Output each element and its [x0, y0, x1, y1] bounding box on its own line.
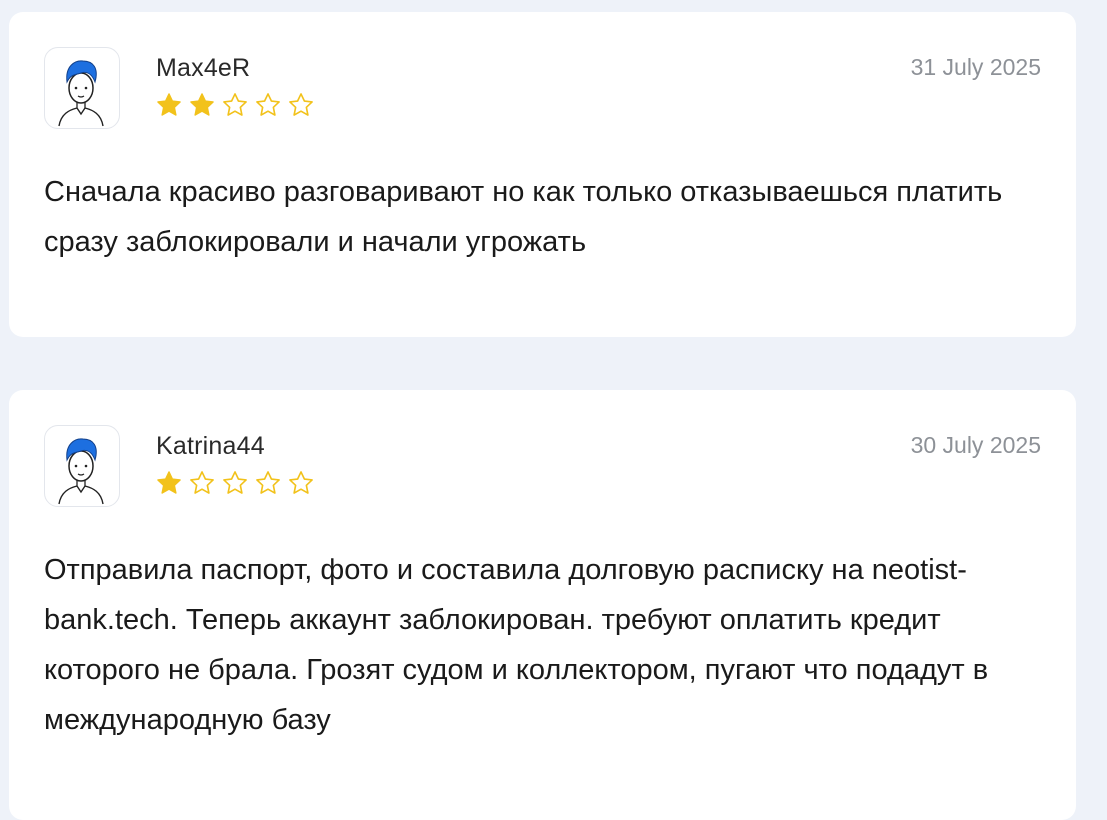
star-filled-icon	[157, 471, 181, 494]
star-outline-icon	[256, 471, 280, 494]
review-username: Katrina44	[156, 432, 265, 460]
review-card: Katrina44 30 July 2025 Отправила паспорт…	[9, 390, 1076, 820]
star-filled-icon	[190, 93, 214, 116]
review-username: Max4eR	[156, 54, 251, 82]
user-avatar-icon	[44, 425, 120, 507]
review-text: Отправила паспорт, фото и составила долг…	[44, 554, 989, 736]
star-outline-icon	[223, 93, 247, 116]
review-card: Max4eR 31 July 2025 Сначала красиво разг…	[9, 12, 1076, 337]
star-outline-icon	[223, 471, 247, 494]
review-date: 30 July 2025	[910, 432, 1041, 458]
star-outline-icon	[190, 471, 214, 494]
rating-stars	[154, 469, 316, 497]
review-date: 31 July 2025	[910, 54, 1041, 80]
rating-stars	[154, 91, 316, 119]
star-filled-icon	[157, 93, 181, 116]
user-avatar-icon	[44, 47, 120, 129]
star-outline-icon	[256, 93, 280, 116]
star-outline-icon	[289, 471, 313, 494]
review-text: Сначала красиво разговаривают но как тол…	[44, 176, 1003, 258]
star-outline-icon	[289, 93, 313, 116]
